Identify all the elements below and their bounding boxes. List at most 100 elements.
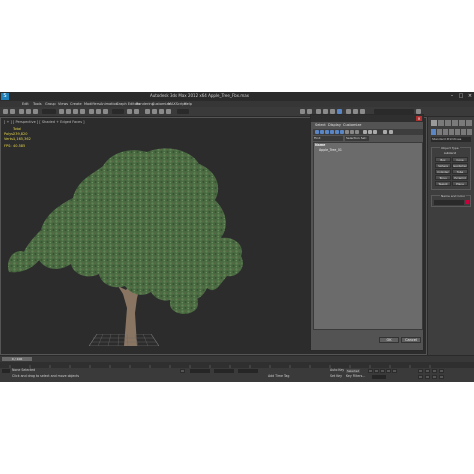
undo-icon[interactable] [3, 109, 8, 114]
list-column-header[interactable]: Name [315, 143, 325, 147]
helpers-category-icon[interactable] [455, 129, 460, 135]
plane-button[interactable]: Plane [452, 181, 468, 186]
go-to-start-icon[interactable] [368, 369, 373, 373]
angle-snap-icon[interactable] [152, 109, 157, 114]
find-field[interactable]: Find: [313, 136, 343, 141]
auto-key-button[interactable]: Auto Key [330, 368, 344, 372]
spinner-snap-icon[interactable] [166, 109, 171, 114]
modify-tab-icon[interactable] [438, 120, 444, 126]
current-frame-field[interactable] [372, 375, 386, 379]
zoom-all-icon[interactable] [425, 369, 430, 373]
rect-select-icon[interactable] [73, 109, 78, 114]
torus-button[interactable]: Torus [435, 175, 451, 180]
pan-icon[interactable] [425, 375, 430, 379]
x-coordinate-field[interactable] [190, 369, 210, 373]
select-none-icon[interactable] [368, 130, 372, 134]
geosphere-button[interactable]: GeoSphere [452, 163, 468, 168]
link-icon[interactable] [19, 109, 24, 114]
scene-object-list[interactable]: Name Apple_Tree_01 [313, 142, 423, 330]
snap-icon[interactable] [145, 109, 150, 114]
autogrid-checkbox[interactable]: AutoGrid [442, 151, 458, 156]
dialog-title-bar[interactable]: × [311, 115, 423, 122]
utilities-tab-icon[interactable] [466, 120, 472, 126]
z-coordinate-field[interactable] [238, 369, 258, 373]
selection-set-dropdown[interactable]: Selection Set: [345, 136, 369, 141]
y-coordinate-field[interactable] [214, 369, 234, 373]
move-icon[interactable] [89, 109, 94, 114]
rotate-icon[interactable] [96, 109, 101, 114]
previous-frame-icon[interactable] [374, 369, 379, 373]
pyramid-button[interactable]: Pyramid [452, 175, 468, 180]
app-logo[interactable]: S [1, 93, 9, 100]
lights-category-icon[interactable] [443, 129, 448, 135]
display-groups-icon[interactable] [345, 130, 349, 134]
maxscript-listener-field[interactable] [2, 369, 10, 373]
cylinder-button[interactable]: Cylinder [435, 169, 451, 174]
add-time-tag-button[interactable]: Add Time Tag [268, 374, 289, 378]
set-key-button[interactable]: Set Key [330, 374, 342, 378]
cancel-button[interactable]: Cancel [401, 337, 421, 343]
field-of-view-icon[interactable] [418, 375, 423, 379]
manipulate-icon[interactable] [134, 109, 139, 114]
object-type-title[interactable]: Object Type [440, 146, 460, 150]
time-slider[interactable]: 0 / 100 [2, 357, 32, 361]
display-lights-icon[interactable] [325, 130, 329, 134]
dialog-menu-select[interactable]: Select [315, 122, 326, 128]
display-bones-icon[interactable] [355, 130, 359, 134]
scale-icon[interactable] [103, 109, 108, 114]
select-by-name-icon[interactable] [66, 109, 71, 114]
dialog-close-icon[interactable]: × [416, 116, 422, 121]
redo-icon[interactable] [10, 109, 15, 114]
sphere-button[interactable]: Sphere [435, 163, 451, 168]
box-button[interactable]: Box [435, 157, 451, 162]
dialog-menu-customize[interactable]: Customize [343, 122, 361, 128]
display-helpers-icon[interactable] [335, 130, 339, 134]
select-invert-icon[interactable] [373, 130, 377, 134]
minimize-icon[interactable]: – [448, 93, 456, 99]
select-all-icon[interactable] [363, 130, 367, 134]
primitive-type-dropdown[interactable]: Standard Primitives [431, 137, 471, 142]
mirror-icon[interactable] [300, 109, 305, 114]
window-crossing-icon[interactable] [80, 109, 85, 114]
teapot-button[interactable]: Teapot [435, 181, 451, 186]
next-frame-icon[interactable] [386, 369, 391, 373]
object-name-field[interactable] [434, 200, 464, 205]
close-icon[interactable]: × [466, 93, 474, 99]
tube-button[interactable]: Tube [452, 169, 468, 174]
hierarchy-tab-icon[interactable] [445, 120, 451, 126]
display-cameras-icon[interactable] [330, 130, 334, 134]
named-selection-dropdown[interactable] [177, 109, 189, 114]
dialog-menu-display[interactable]: Display [328, 122, 341, 128]
reference-coord-dropdown[interactable] [112, 109, 124, 114]
cone-button[interactable]: Cone [452, 157, 468, 162]
display-spacewarps-icon[interactable] [340, 130, 344, 134]
maximize-viewport-icon[interactable] [439, 375, 444, 379]
geometry-category-icon[interactable] [431, 129, 436, 135]
systems-category-icon[interactable] [467, 129, 472, 135]
zoom-icon[interactable] [418, 369, 423, 373]
unlink-icon[interactable] [26, 109, 31, 114]
list-item[interactable]: Apple_Tree_01 [319, 148, 342, 152]
name-color-title[interactable]: Name and Color [440, 194, 467, 198]
display-geometry-icon[interactable] [315, 130, 319, 134]
orbit-icon[interactable] [432, 375, 437, 379]
key-filters-button[interactable]: Key Filters... [346, 374, 365, 378]
lock-selection-icon[interactable] [180, 369, 185, 373]
go-to-end-icon[interactable] [392, 369, 397, 373]
motion-tab-icon[interactable] [452, 120, 458, 126]
zoom-extents-icon[interactable] [432, 369, 437, 373]
create-tab-icon[interactable] [431, 120, 437, 126]
select-icon[interactable] [59, 109, 64, 114]
object-color-swatch[interactable] [465, 200, 469, 204]
display-shapes-icon[interactable] [320, 130, 324, 134]
pivot-icon[interactable] [127, 109, 132, 114]
sort-icon[interactable] [383, 130, 387, 134]
maximize-icon[interactable]: □ [457, 93, 465, 99]
display-xrefs-icon[interactable] [350, 130, 354, 134]
spacewarps-category-icon[interactable] [461, 129, 466, 135]
key-mode-dropdown[interactable]: Selected [346, 369, 360, 373]
percent-snap-icon[interactable] [159, 109, 164, 114]
cameras-category-icon[interactable] [449, 129, 454, 135]
display-tab-icon[interactable] [459, 120, 465, 126]
zoom-extents-all-icon[interactable] [439, 369, 444, 373]
